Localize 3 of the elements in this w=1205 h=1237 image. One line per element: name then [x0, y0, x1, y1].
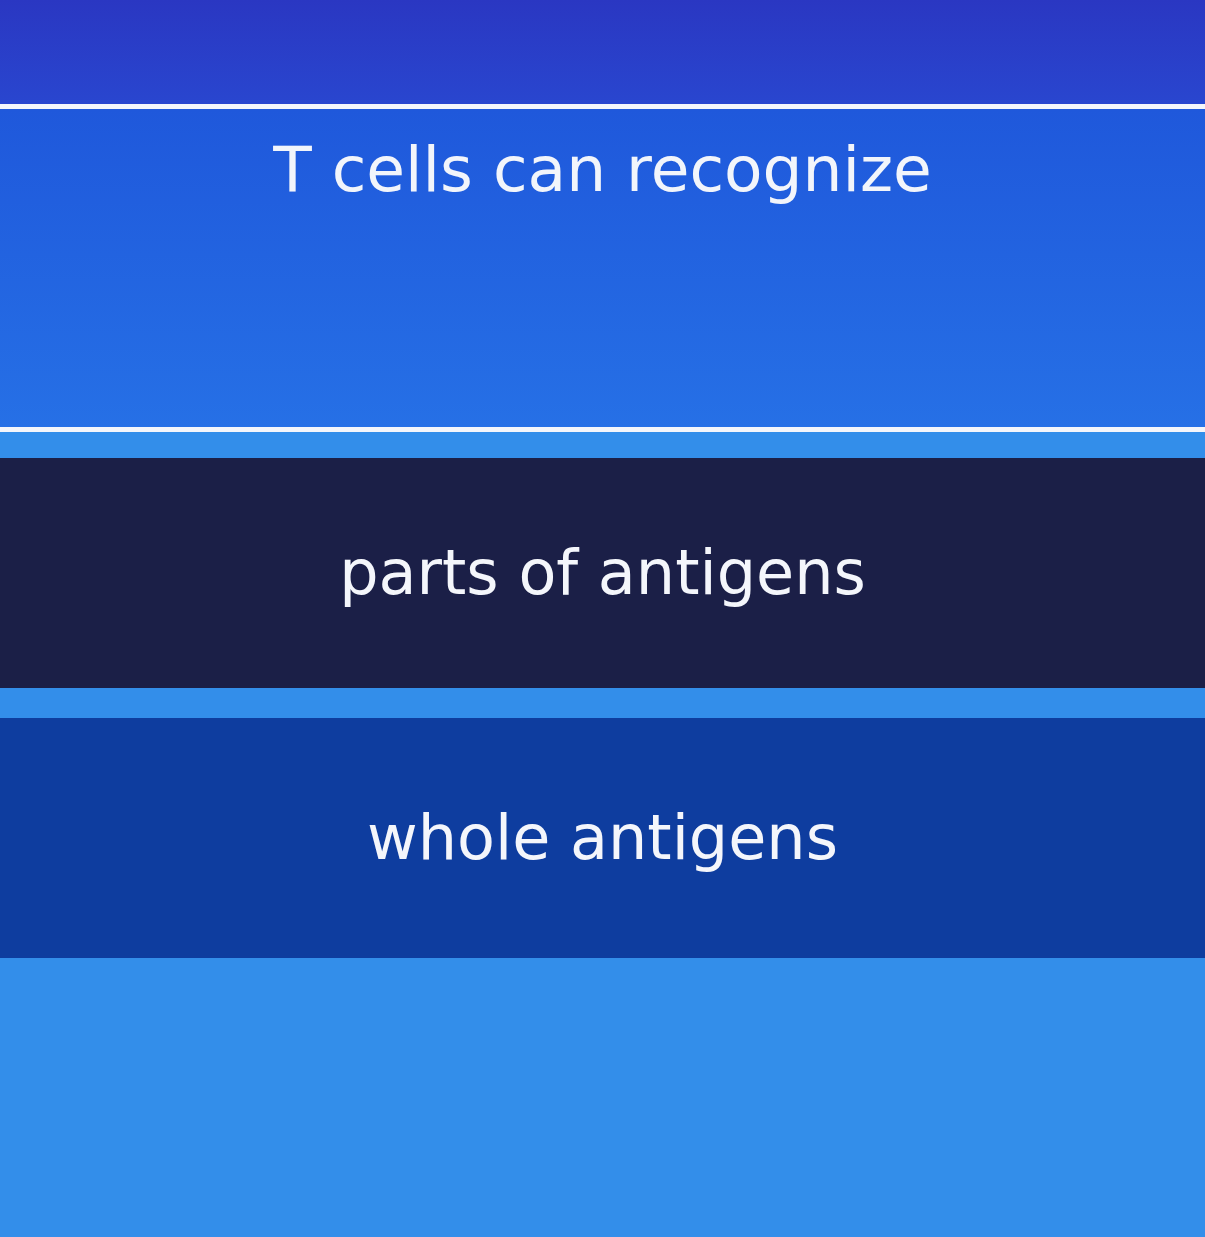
answer-option[interactable]: whole antigens: [0, 718, 1205, 958]
question-text: T cells can recognize: [273, 135, 932, 205]
answer-option[interactable]: parts of antigens: [0, 458, 1205, 688]
